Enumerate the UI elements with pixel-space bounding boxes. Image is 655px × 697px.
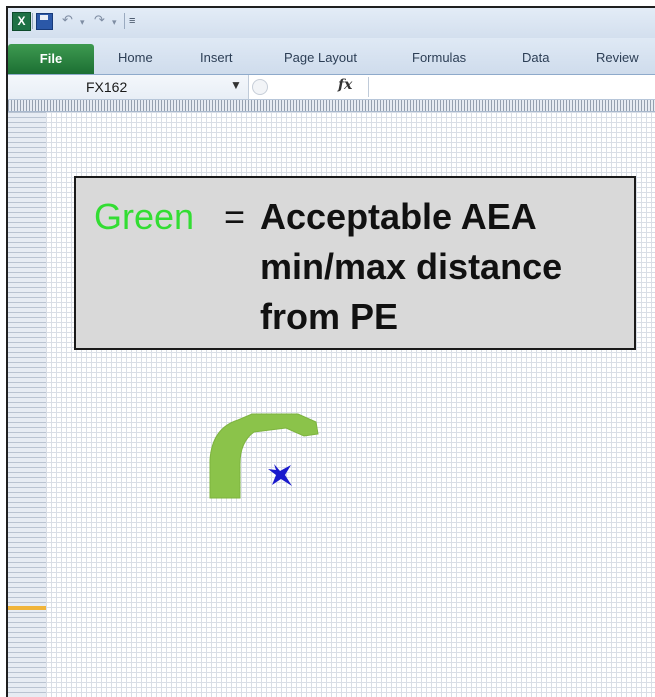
star-marker-icon <box>268 464 292 486</box>
excel-window: X ↶ ▾ ↷ ▾ ≡ File Home Insert Page Layout… <box>6 6 655 697</box>
cell-drawing <box>209 413 319 499</box>
acceptable-range-arc <box>209 413 319 499</box>
